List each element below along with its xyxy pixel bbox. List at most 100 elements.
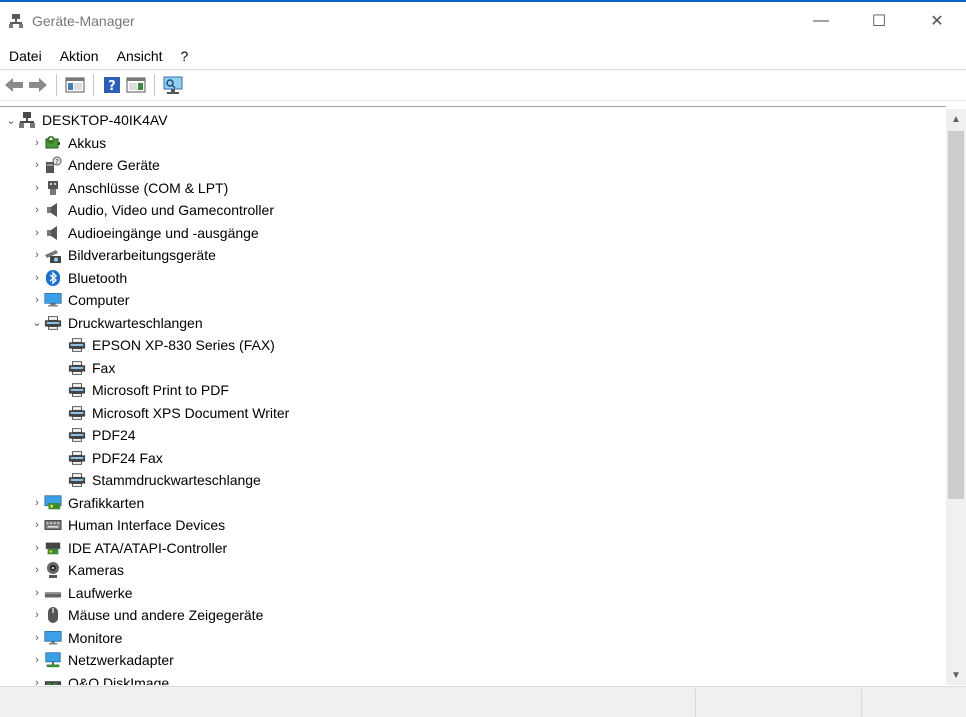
chevron-right-icon[interactable]: › xyxy=(30,272,44,284)
tree-item-label: PDF24 Fax xyxy=(92,449,163,466)
chevron-right-icon[interactable]: › xyxy=(30,654,44,666)
tree-category[interactable]: › Akkus xyxy=(0,132,946,155)
printer-icon xyxy=(68,471,86,489)
status-divider xyxy=(861,689,862,717)
bluetooth-icon xyxy=(44,269,62,287)
status-divider xyxy=(695,689,696,717)
tree-category[interactable]: › Netzwerkadapter xyxy=(0,649,946,672)
tree-device[interactable]: Stammdruckwarteschlange xyxy=(0,469,946,492)
camera-device-icon xyxy=(44,246,62,264)
tree-root[interactable]: ⌄ DESKTOP-40IK4AV xyxy=(0,109,946,132)
drive-icon xyxy=(44,584,62,602)
display-adapter-icon xyxy=(44,494,62,512)
tree-device[interactable]: Microsoft Print to PDF xyxy=(0,379,946,402)
chevron-right-icon[interactable]: › xyxy=(30,587,44,599)
chevron-right-icon[interactable]: › xyxy=(30,609,44,621)
tree-category[interactable]: ›? Andere Geräte xyxy=(0,154,946,177)
tree-category[interactable]: › Computer xyxy=(0,289,946,312)
chevron-right-icon[interactable]: › xyxy=(30,294,44,306)
tree-category[interactable]: › Anschlüsse (COM & LPT) xyxy=(0,177,946,200)
tree-category[interactable]: › Audio, Video und Gamecontroller xyxy=(0,199,946,222)
menu-datei[interactable]: Datei xyxy=(0,44,51,68)
tree-category[interactable]: › Bildverarbeitungsgeräte xyxy=(0,244,946,267)
tree-item-label: Audioeingänge und -ausgänge xyxy=(68,224,259,241)
tree-device[interactable]: EPSON XP-830 Series (FAX) xyxy=(0,334,946,357)
chevron-right-icon[interactable]: › xyxy=(30,564,44,576)
tree-category[interactable]: › Grafikkarten xyxy=(0,492,946,515)
tree-device[interactable]: Microsoft XPS Document Writer xyxy=(0,402,946,425)
tree-category[interactable]: › IDE ATA/ATAPI-Controller xyxy=(0,537,946,560)
chevron-down-icon[interactable]: ⌄ xyxy=(4,114,18,127)
action-pane-icon[interactable] xyxy=(124,73,148,97)
tree-item-label: Netzwerkadapter xyxy=(68,652,174,669)
monitor-scan-icon[interactable] xyxy=(161,73,185,97)
tree-category[interactable]: › Kameras xyxy=(0,559,946,582)
vertical-scrollbar[interactable]: ▲ ▼ xyxy=(946,109,966,685)
tree-item-label: Fax xyxy=(92,359,116,376)
tree-item-label: Stammdruckwarteschlange xyxy=(92,472,261,489)
chevron-right-icon[interactable]: › xyxy=(30,632,44,644)
minimize-button[interactable]: — xyxy=(792,2,850,40)
chevron-right-icon[interactable]: › xyxy=(30,677,44,685)
tree-item-label: Laufwerke xyxy=(68,584,133,601)
tree-item-label: Microsoft XPS Document Writer xyxy=(92,404,290,421)
tree-category[interactable]: › Human Interface Devices xyxy=(0,514,946,537)
chevron-right-icon[interactable]: › xyxy=(30,542,44,554)
tree-category[interactable]: › Mäuse und andere Zeigegeräte xyxy=(0,604,946,627)
chevron-right-icon[interactable]: › xyxy=(30,227,44,239)
unknown-device-icon: ? xyxy=(44,156,62,174)
printer-icon xyxy=(44,314,62,332)
tree-category[interactable]: › Bluetooth xyxy=(0,267,946,290)
speaker-icon xyxy=(44,224,62,242)
webcam-icon xyxy=(44,561,62,579)
menu-aktion[interactable]: Aktion xyxy=(51,44,108,68)
tree-item-label: Druckwarteschlangen xyxy=(68,314,203,331)
ide-controller-icon xyxy=(44,539,62,557)
chevron-right-icon[interactable]: › xyxy=(30,497,44,509)
tree-category[interactable]: › O&O DiskImage xyxy=(0,672,946,685)
scroll-down-arrow-icon[interactable]: ▼ xyxy=(946,667,966,683)
tree-category[interactable]: › Audioeingänge und -ausgänge xyxy=(0,222,946,245)
chevron-right-icon[interactable]: › xyxy=(30,249,44,261)
chevron-right-icon[interactable]: › xyxy=(30,204,44,216)
chevron-right-icon[interactable]: › xyxy=(30,137,44,149)
menu-help[interactable]: ? xyxy=(172,44,198,68)
printer-icon xyxy=(68,336,86,354)
tree-category[interactable]: › Monitore xyxy=(0,627,946,650)
tree-device[interactable]: PDF24 Fax xyxy=(0,447,946,470)
scroll-up-arrow-icon[interactable]: ▲ xyxy=(946,111,966,127)
device-tree: ⌄ DESKTOP-40IK4AV › Akkus ›? Andere Geräte › An… xyxy=(0,109,946,685)
menu-ansicht[interactable]: Ansicht xyxy=(108,44,172,68)
help-icon[interactable]: ? xyxy=(100,73,124,97)
tree-device[interactable]: Fax xyxy=(0,357,946,380)
tree-item-label: Mäuse und andere Zeigegeräte xyxy=(68,607,264,624)
chevron-right-icon[interactable]: › xyxy=(30,159,44,171)
maximize-button[interactable]: ☐ xyxy=(850,2,908,40)
battery-icon xyxy=(44,134,62,152)
tree-item-label: Grafikkarten xyxy=(68,494,145,511)
window-title: Geräte-Manager xyxy=(32,13,135,29)
console-tree-icon[interactable] xyxy=(63,73,87,97)
chevron-right-icon[interactable]: › xyxy=(30,519,44,531)
tree-item-label: Human Interface Devices xyxy=(68,517,226,534)
printer-icon xyxy=(68,359,86,377)
scroll-thumb[interactable] xyxy=(948,131,964,499)
back-arrow-icon[interactable] xyxy=(2,73,26,97)
disk-image-icon xyxy=(44,674,62,685)
forward-arrow-icon[interactable] xyxy=(26,73,50,97)
tree-item-label: Computer xyxy=(68,292,130,309)
status-bar xyxy=(0,686,966,717)
close-button[interactable]: ✕ xyxy=(908,2,966,40)
computer-icon xyxy=(44,291,62,309)
tree-item-label: Bildverarbeitungsgeräte xyxy=(68,247,216,264)
chevron-right-icon[interactable]: › xyxy=(30,182,44,194)
chevron-down-icon[interactable]: ⌄ xyxy=(30,316,44,329)
tree-category[interactable]: › Laufwerke xyxy=(0,582,946,605)
device-manager-icon xyxy=(9,14,23,28)
tree-device[interactable]: PDF24 xyxy=(0,424,946,447)
tree-item-label: Monitore xyxy=(68,629,123,646)
mouse-icon xyxy=(44,606,62,624)
tree-category[interactable]: ⌄ Druckwarteschlangen xyxy=(0,312,946,335)
root-computer-icon xyxy=(18,111,36,129)
tree-item-label: Akkus xyxy=(68,134,107,151)
